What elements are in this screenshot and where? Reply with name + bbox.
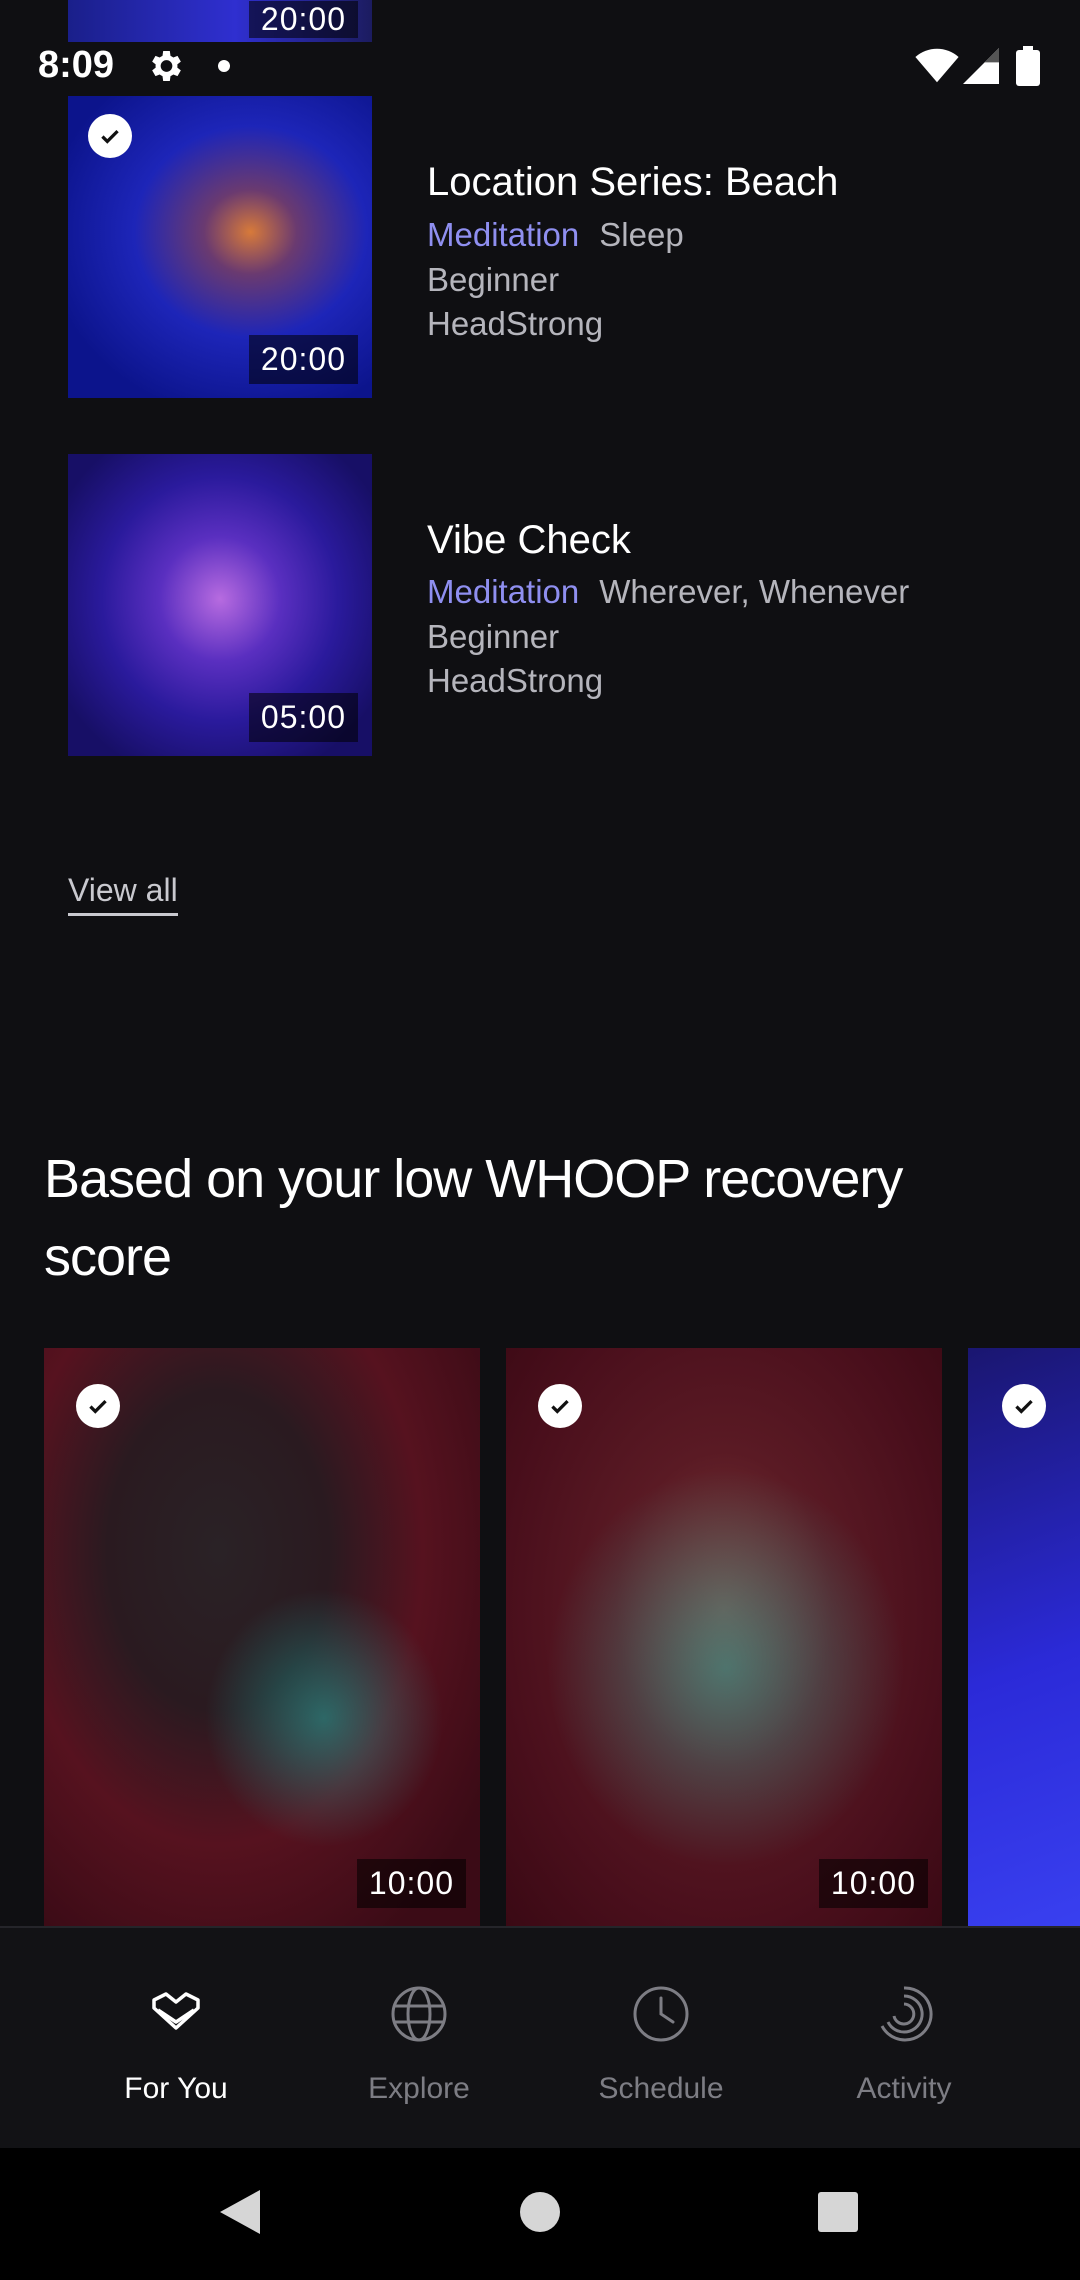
completed-check-icon <box>76 1384 120 1428</box>
activity-ring-icon <box>880 1986 933 2042</box>
clock-icon <box>633 1986 689 2042</box>
thumbnail: 20:00 <box>68 96 372 398</box>
provider-label: HeadStrong <box>427 662 604 699</box>
home-icon[interactable] <box>520 2192 560 2232</box>
card-highlight <box>546 1468 906 1868</box>
duration-badge: 10:00 <box>818 1859 928 1908</box>
item-title: Location Series: Beach <box>427 160 839 204</box>
nav-label: Activity <box>856 2072 952 2105</box>
item-title: Vibe Check <box>427 518 631 562</box>
recovery-card[interactable]: 10:00 <box>506 1348 942 1928</box>
nav-label: Explore <box>368 2072 470 2105</box>
duration-badge: 05:00 <box>248 693 358 742</box>
section-title: Based on your low WHOOP recovery score <box>44 1149 903 1287</box>
item-tags: Meditation Wherever, Whenever <box>427 573 909 611</box>
wifi-icon <box>915 48 959 83</box>
nav-schedule[interactable]: Schedule <box>541 1928 781 2150</box>
signal-icon <box>963 48 999 84</box>
card-highlight <box>204 1588 444 1848</box>
level-label: Beginner <box>427 618 560 655</box>
globe-icon <box>391 1986 447 2042</box>
nav-label: For You <box>124 2072 228 2105</box>
nav-for-you[interactable]: For You <box>56 1928 296 2150</box>
completed-check-icon <box>538 1384 582 1428</box>
status-bar: 8:09 <box>0 0 1080 130</box>
heart-chevron-icon <box>152 1992 200 2030</box>
view-all-link[interactable]: View all <box>68 872 178 916</box>
item-tags: Meditation Sleep <box>427 216 684 254</box>
tag-label: Wherever, Whenever <box>599 573 910 610</box>
nav-label: Schedule <box>598 2072 724 2105</box>
category-label: Meditation <box>427 216 580 253</box>
duration-badge: 20:00 <box>248 335 358 384</box>
recovery-card[interactable]: 10:00 <box>44 1348 480 1928</box>
settings-gear-icon <box>152 51 181 81</box>
category-label: Meditation <box>427 573 580 610</box>
nav-explore[interactable]: Explore <box>299 1928 539 2150</box>
duration-badge: 10:00 <box>356 1859 466 1908</box>
status-time: 8:09 <box>38 44 115 86</box>
completed-check-icon <box>1002 1384 1046 1428</box>
tag-label: Sleep <box>599 216 684 253</box>
recents-icon[interactable] <box>818 2192 858 2232</box>
system-navigation-bar <box>0 2148 1080 2280</box>
bottom-navigation: For You Explore Schedule Activity <box>0 1926 1080 2150</box>
recovery-card[interactable] <box>968 1348 1080 1928</box>
battery-icon <box>1016 46 1040 86</box>
provider-label: HeadStrong <box>427 305 604 342</box>
level-label: Beginner <box>427 261 560 298</box>
notification-dot-icon <box>218 60 230 72</box>
back-icon[interactable] <box>220 2190 260 2234</box>
nav-activity[interactable]: Activity <box>784 1928 1024 2150</box>
thumbnail: 05:00 <box>68 454 372 756</box>
